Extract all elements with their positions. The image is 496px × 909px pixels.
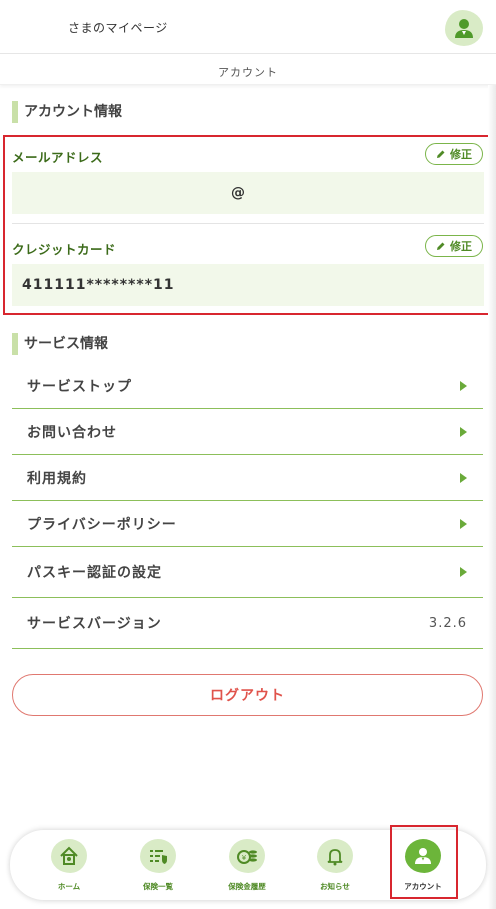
menu-item-privacy-policy[interactable]: プライバシーポリシー xyxy=(12,501,483,547)
app-header: さまのマイページ xyxy=(0,0,496,54)
menu-item-label: サービストップ xyxy=(27,378,132,395)
page-subheader: アカウント xyxy=(0,55,496,85)
credit-card-label: クレジットカード xyxy=(12,242,117,257)
page-title: アカウント xyxy=(218,66,278,79)
logout-button[interactable]: ログアウト xyxy=(12,674,483,716)
chevron-right-icon xyxy=(460,426,467,437)
home-icon xyxy=(51,839,87,873)
menu-item-terms[interactable]: 利用規約 xyxy=(12,455,483,501)
chevron-right-icon xyxy=(460,518,467,529)
edit-card-button[interactable]: 修正 xyxy=(425,235,483,257)
menu-item-label: パスキー認証の設定 xyxy=(27,565,162,581)
version-value: 3.2.6 xyxy=(428,615,467,631)
bell-icon xyxy=(317,839,353,873)
edit-email-button[interactable]: 修正 xyxy=(425,143,483,165)
edit-email-label: 修正 xyxy=(450,148,472,161)
edit-card-label: 修正 xyxy=(450,240,472,253)
menu-item-passkey-settings[interactable]: パスキー認証の設定 xyxy=(12,547,483,598)
tab-insurance-list[interactable]: 保険一覧 xyxy=(123,830,193,900)
service-section-heading: サービス情報 xyxy=(12,333,108,355)
user-avatar-icon[interactable] xyxy=(445,10,483,46)
chevron-right-icon xyxy=(460,380,467,391)
menu-item-service-top[interactable]: サービストップ xyxy=(12,363,483,409)
menu-item-label: プライバシーポリシー xyxy=(27,516,177,533)
scroll-edge xyxy=(488,85,496,909)
email-value-text: @ xyxy=(231,185,245,201)
menu-item-label: お問い合わせ xyxy=(27,424,117,441)
version-label: サービスバージョン xyxy=(27,616,162,632)
claim-history-icon: ¥ xyxy=(229,839,265,873)
email-value: @ xyxy=(12,172,484,214)
mypage-title: さまのマイページ xyxy=(68,21,168,35)
tab-claim-history[interactable]: ¥ 保険金履歴 xyxy=(212,830,282,900)
tab-label: 保険一覧 xyxy=(143,882,173,891)
pencil-icon xyxy=(437,150,445,158)
active-tab-highlight xyxy=(390,825,458,899)
insurance-list-icon xyxy=(140,839,176,873)
divider xyxy=(12,223,484,224)
account-section-heading: アカウント情報 xyxy=(12,101,122,123)
tab-label: お知らせ xyxy=(320,882,350,891)
credit-card-number: 411111********11 xyxy=(22,277,175,293)
menu-item-label: 利用規約 xyxy=(27,470,87,487)
email-label: メールアドレス xyxy=(12,150,104,165)
tab-label: 保険金履歴 xyxy=(228,882,266,891)
chevron-right-icon xyxy=(460,472,467,483)
svg-text:¥: ¥ xyxy=(242,854,247,862)
credit-card-value: 411111********11 xyxy=(12,264,484,306)
tab-label: ホーム xyxy=(57,882,81,891)
tab-home[interactable]: ホーム xyxy=(34,830,104,900)
service-version-row: サービスバージョン 3.2.6 xyxy=(12,598,483,649)
menu-item-contact[interactable]: お問い合わせ xyxy=(12,409,483,455)
tab-notifications[interactable]: お知らせ xyxy=(300,830,370,900)
pencil-icon xyxy=(437,242,445,250)
chevron-right-icon xyxy=(460,567,467,577)
